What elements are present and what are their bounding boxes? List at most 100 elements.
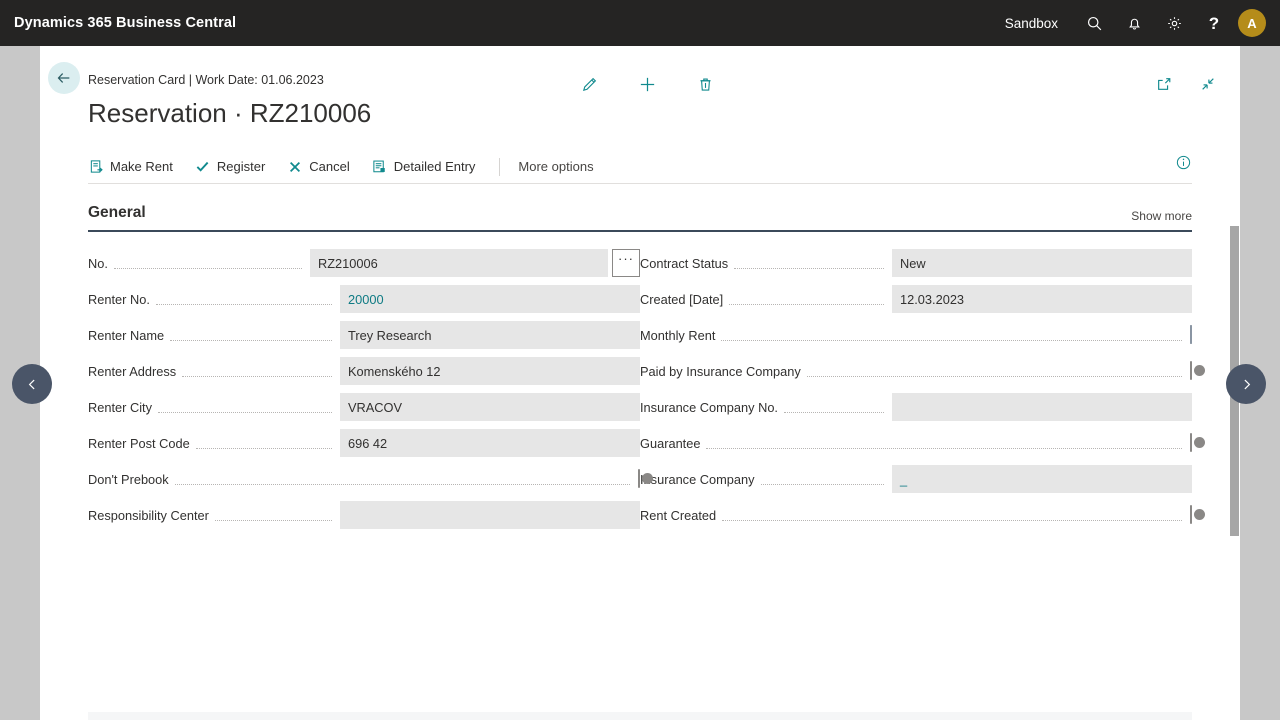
settings-button[interactable] [1154, 0, 1194, 46]
cancel-label: Cancel [309, 159, 350, 174]
field-created-date: Created [Date] 12.03.2023 [640, 284, 1192, 314]
detailed-entry-label: Detailed Entry [393, 159, 476, 174]
field-contract-status-input[interactable]: New [892, 249, 1192, 277]
bell-icon [1126, 15, 1143, 32]
field-monthly-rent: Monthly Rent [640, 320, 1192, 350]
notifications-button[interactable] [1114, 0, 1154, 46]
plus-icon [640, 77, 654, 91]
field-renter-address-input[interactable]: Komenského 12 [340, 357, 640, 385]
gear-icon [1166, 15, 1183, 32]
app-title: Dynamics 365 Business Central [14, 15, 237, 31]
detailed-entry-action[interactable]: Detailed Entry [372, 152, 476, 182]
dot-leader [784, 411, 884, 413]
question-mark-icon: ? [1208, 13, 1220, 33]
app-bar-actions: Sandbox ? A [1005, 0, 1280, 46]
dot-leader [182, 375, 332, 377]
toggle-knob [1177, 328, 1188, 340]
general-fields: No. RZ210006 ··· Renter No. 20000 Renter… [88, 248, 1205, 536]
edit-button[interactable] [575, 70, 603, 98]
field-dont-prebook: Don't Prebook [88, 464, 653, 494]
toggle-knob [642, 472, 653, 484]
field-insurance-company-no-input[interactable] [892, 393, 1192, 421]
field-renter-address-label: Renter Address [88, 363, 177, 379]
header-action-icons [575, 70, 719, 98]
cancel-action[interactable]: Cancel [287, 152, 350, 182]
field-rent-created-label: Rent Created [640, 507, 717, 523]
app-bar: Dynamics 365 Business Central Sandbox ? … [0, 0, 1280, 46]
field-guarantee-label: Guarantee [640, 435, 701, 451]
field-renter-post-code-label: Renter Post Code [88, 435, 190, 451]
field-renter-name-input[interactable]: Trey Research [340, 321, 640, 349]
trash-icon [699, 78, 711, 91]
delete-button[interactable] [691, 70, 719, 98]
field-renter-city-input[interactable]: VRACOV [340, 393, 640, 421]
field-renter-name: Renter Name Trey Research [88, 320, 640, 350]
field-paid-by-insurance-company-toggle[interactable] [1190, 361, 1205, 380]
field-no-lookup-button[interactable]: ··· [612, 249, 640, 277]
search-button[interactable] [1074, 0, 1114, 46]
field-renter-no: Renter No. 20000 [88, 284, 640, 314]
back-button[interactable] [48, 62, 80, 94]
dot-leader [214, 519, 332, 521]
open-in-new-window-icon [1158, 78, 1171, 90]
x-icon [287, 159, 303, 175]
dot-leader [195, 447, 332, 449]
field-renter-post-code-input[interactable]: 696 42 [340, 429, 640, 457]
toggle-knob [1194, 508, 1205, 520]
make-rent-action[interactable]: Make Rent [88, 152, 173, 182]
lines-subpage: Lines Manage [88, 712, 1192, 720]
field-insurance-company: Insurance Company _ [640, 464, 1192, 494]
field-insurance-company-no-label: Insurance Company No. [640, 399, 778, 415]
field-created-date-input[interactable]: 12.03.2023 [892, 285, 1192, 313]
search-icon [1086, 15, 1103, 32]
field-insurance-company-no: Insurance Company No. [640, 392, 1192, 422]
field-contract-status: Contract Status New [640, 248, 1192, 278]
show-info-button[interactable] [1175, 154, 1192, 176]
dot-leader [170, 339, 332, 341]
field-renter-post-code: Renter Post Code 696 42 [88, 428, 640, 458]
environment-badge: Sandbox [1004, 15, 1058, 31]
page-header: Reservation Card | Work Date: 01.06.2023… [40, 46, 1240, 150]
avatar[interactable]: A [1238, 9, 1266, 37]
general-right-column: Contract Status New Created [Date] 12.03… [640, 248, 1205, 536]
more-options-button[interactable]: More options [518, 159, 593, 174]
checkmark-icon [195, 159, 211, 175]
field-rent-created-toggle[interactable] [1190, 505, 1205, 524]
field-monthly-rent-toggle[interactable] [1177, 325, 1192, 344]
field-responsibility-center-input[interactable] [340, 501, 640, 529]
register-action[interactable]: Register [195, 152, 265, 182]
detailed-entry-icon [372, 159, 388, 175]
field-renter-name-label: Renter Name [88, 327, 165, 343]
field-dont-prebook-label: Don't Prebook [88, 471, 169, 487]
field-guarantee-toggle[interactable] [1190, 433, 1205, 452]
reservation-card-page: Reservation Card | Work Date: 01.06.2023… [40, 46, 1240, 720]
content-scrollbar-track[interactable] [1228, 184, 1240, 720]
help-button[interactable]: ? [1194, 0, 1234, 46]
header-window-controls [1150, 70, 1222, 98]
field-dont-prebook-toggle[interactable] [638, 469, 653, 488]
make-rent-icon [88, 159, 104, 175]
previous-record-button[interactable] [12, 364, 52, 404]
new-button[interactable] [633, 70, 661, 98]
field-insurance-company-input[interactable]: _ [892, 465, 1192, 493]
general-section-header: General Show more [88, 204, 1192, 232]
collapse-button[interactable] [1194, 70, 1222, 98]
command-bar-separator [499, 157, 501, 176]
dot-leader [174, 483, 630, 485]
next-record-button[interactable] [1226, 364, 1266, 404]
field-no: No. RZ210006 ··· [88, 248, 640, 278]
make-rent-label: Make Rent [110, 159, 173, 174]
field-contract-status-label: Contract Status [640, 255, 729, 271]
collapse-arrows-icon [1202, 78, 1214, 90]
field-renter-no-input[interactable]: 20000 [340, 285, 640, 313]
field-created-date-label: Created [Date] [640, 291, 724, 307]
dot-leader [729, 303, 884, 305]
page-title: Reservation · RZ210006 [88, 98, 372, 128]
dot-leader [806, 375, 1182, 377]
field-no-input[interactable]: RZ210006 [310, 249, 608, 277]
field-paid-by-insurance-company: Paid by Insurance Company [640, 356, 1205, 386]
show-more-link[interactable]: Show more [1131, 209, 1192, 223]
open-in-new-window-button[interactable] [1150, 70, 1178, 98]
dot-leader [734, 267, 884, 269]
breadcrumb: Reservation Card | Work Date: 01.06.2023 [88, 73, 324, 87]
